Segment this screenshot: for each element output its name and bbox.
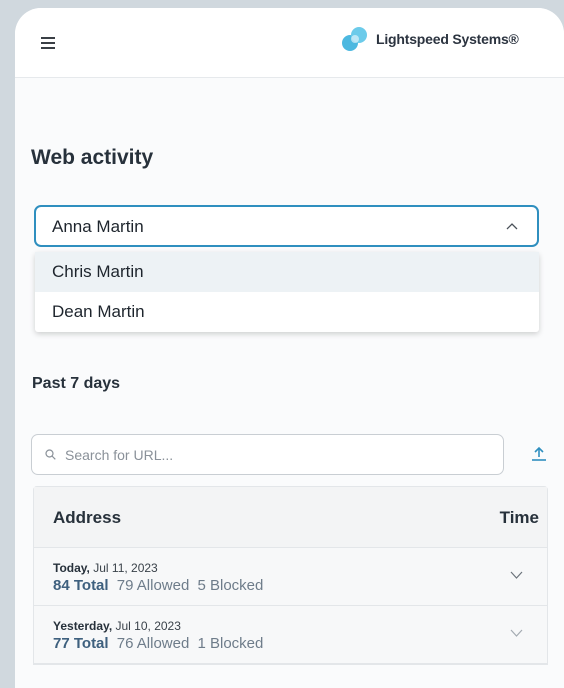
url-search-input[interactable] — [65, 444, 485, 466]
table-header: Address Time — [34, 487, 547, 548]
column-header-address[interactable]: Address — [53, 508, 121, 528]
brand-name: Lightspeed Systems® — [376, 31, 519, 47]
web-activity-table: Address Time Today, Jul 11, 2023 84 Tota… — [33, 486, 548, 665]
date-range-label: Past 7 days — [32, 375, 121, 392]
row-date: Today, Jul 11, 2023 — [53, 561, 158, 575]
row-day: Yesterday, — [53, 619, 113, 633]
row-stats: 77 Total 76 Allowed 1 Blocked — [53, 635, 267, 652]
hamburger-menu-icon[interactable] — [41, 37, 55, 49]
row-day: Today, — [53, 561, 90, 575]
table-row[interactable]: Yesterday, Jul 10, 2023 77 Total 76 Allo… — [34, 606, 547, 664]
student-select[interactable]: Anna Martin — [34, 205, 539, 247]
row-date: Yesterday, Jul 10, 2023 — [53, 619, 181, 633]
row-total: 77 Total — [53, 635, 109, 652]
row-allowed: 76 Allowed — [116, 635, 190, 652]
search-icon — [45, 449, 56, 460]
student-dropdown-menu: Chris Martin Dean Martin — [35, 252, 539, 332]
phone-screen: Lightspeed Systems® Web activity Anna Ma… — [15, 8, 564, 688]
row-allowed: 79 Allowed — [116, 577, 190, 594]
brand: Lightspeed Systems® — [340, 24, 519, 54]
row-blocked: 1 Blocked — [197, 635, 264, 652]
chevron-up-icon — [506, 223, 518, 230]
chevron-down-icon[interactable] — [510, 571, 523, 579]
lightspeed-logo-icon — [342, 27, 367, 51]
top-bar: Lightspeed Systems® — [15, 8, 564, 78]
table-row[interactable]: Today, Jul 11, 2023 84 Total 79 Allowed … — [34, 548, 547, 606]
row-date-value: Jul 10, 2023 — [115, 619, 181, 633]
url-search-box — [31, 434, 504, 475]
student-select-value: Anna Martin — [52, 217, 144, 236]
dropdown-option-chris-martin[interactable]: Chris Martin — [35, 252, 539, 292]
row-total: 84 Total — [53, 577, 109, 594]
chevron-down-icon[interactable] — [510, 629, 523, 637]
row-date-value: Jul 11, 2023 — [93, 561, 158, 575]
row-stats: 84 Total 79 Allowed 5 Blocked — [53, 577, 267, 594]
upload-export-icon[interactable] — [530, 445, 548, 463]
page-title: Web activity — [31, 146, 154, 169]
column-header-time[interactable]: Time — [500, 508, 539, 528]
dropdown-option-dean-martin[interactable]: Dean Martin — [35, 292, 539, 332]
row-blocked: 5 Blocked — [197, 577, 264, 594]
